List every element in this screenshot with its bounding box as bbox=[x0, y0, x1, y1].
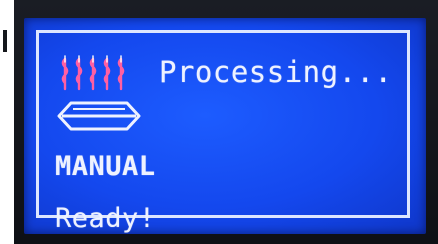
lcd-frame: Processing... MANUAL Ready! bbox=[36, 30, 410, 234]
status-text: Processing... bbox=[159, 55, 393, 89]
heating-element-icon bbox=[61, 55, 125, 91]
ready-status-text: Ready! bbox=[55, 203, 156, 234]
pan-icon bbox=[57, 101, 141, 131]
bezel-edge bbox=[0, 0, 14, 244]
bezel-mark bbox=[3, 30, 7, 52]
lcd-display: Processing... MANUAL Ready! bbox=[24, 18, 426, 234]
device-bezel: Processing... MANUAL Ready! bbox=[0, 0, 438, 244]
mode-text: MANUAL bbox=[55, 151, 156, 182]
